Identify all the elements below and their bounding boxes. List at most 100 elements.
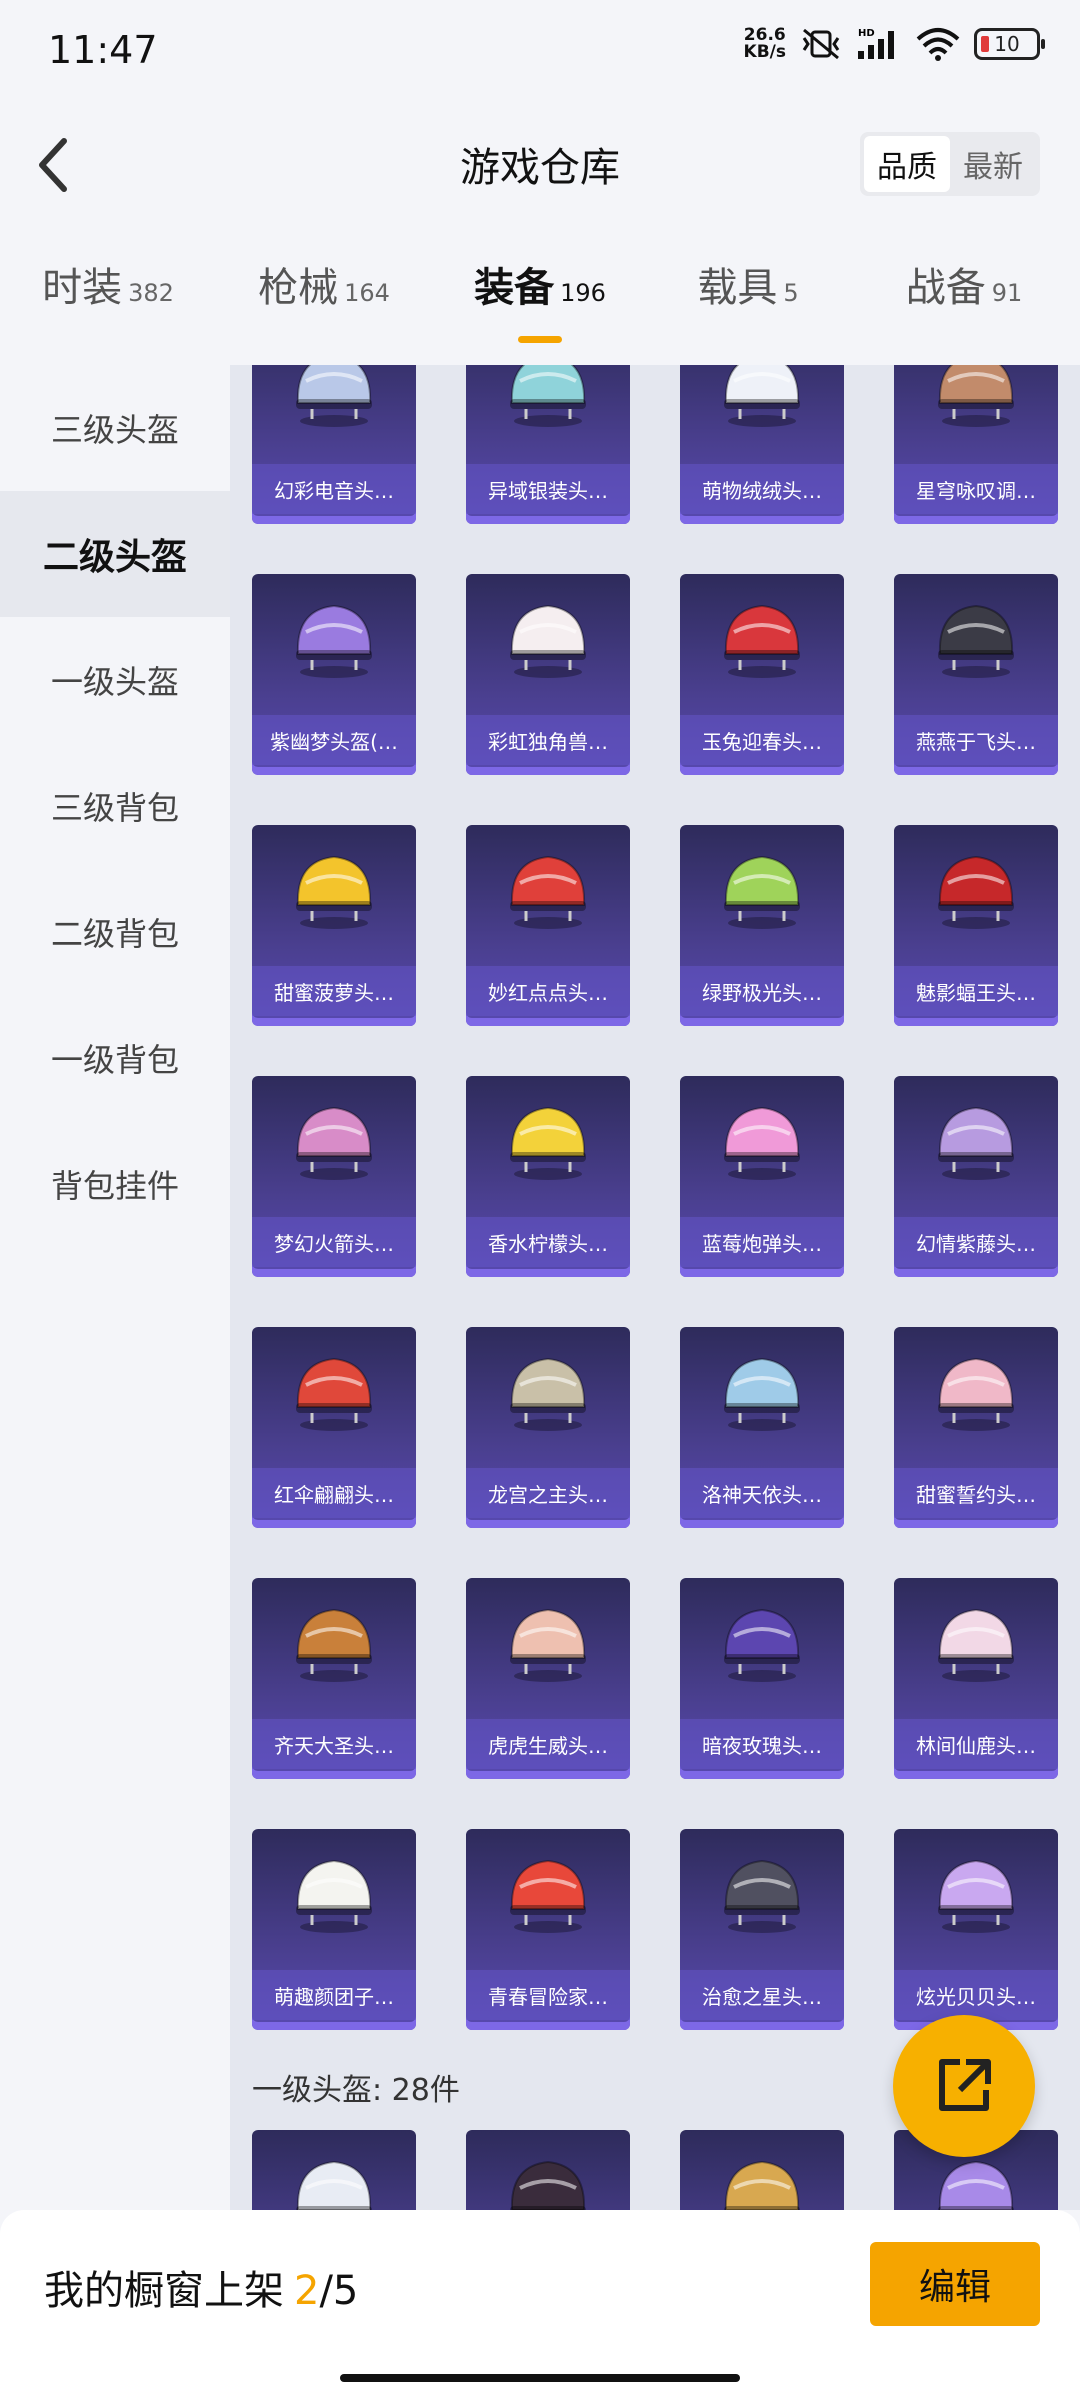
status-icons: 26.6 KB/s HD 10: [744, 26, 1045, 62]
helmet-icon: [510, 365, 586, 427]
item-name: 甜蜜誓约头…: [894, 1468, 1058, 1518]
item-card[interactable]: 甜蜜誓约头…: [894, 1327, 1058, 1528]
sort-quality-button[interactable]: 品质: [864, 136, 950, 192]
sidebar-item-level3-backpack[interactable]: 三级背包: [0, 743, 230, 869]
tab-label: 载具: [697, 265, 778, 311]
item-card[interactable]: 齐天大圣头…: [252, 1578, 416, 1779]
item-card[interactable]: 绿野极光头…: [680, 825, 844, 1026]
tab-supplies[interactable]: 战备 91: [848, 255, 1080, 365]
sidebar-item-level1-backpack[interactable]: 一级背包: [0, 995, 230, 1121]
helmet-icon: [724, 604, 800, 678]
helmet-icon: [296, 1859, 372, 1933]
item-card[interactable]: 暗夜玫瑰头…: [680, 1578, 844, 1779]
item-card[interactable]: 妙红点点头…: [466, 825, 630, 1026]
item-card[interactable]: 星穹咏叹调…: [894, 365, 1058, 524]
item-card[interactable]: 炫光贝贝头…: [894, 1829, 1058, 2030]
item-card[interactable]: 蓝莓炮弹头…: [680, 1076, 844, 1277]
helmet-icon: [296, 604, 372, 678]
sidebar-item-backpack-charms[interactable]: 背包挂件: [0, 1121, 230, 1247]
item-card[interactable]: 红伞翩翩头…: [252, 1327, 416, 1528]
tab-count: 91: [991, 279, 1023, 307]
helmet-icon: [938, 1608, 1014, 1682]
tab-count: 164: [344, 279, 390, 307]
item-name: 玉兔迎春头…: [680, 715, 844, 765]
sidebar-item-level2-helmet[interactable]: 二级头盔: [0, 491, 230, 617]
item-name: 暗夜玫瑰头…: [680, 1719, 844, 1769]
helmet-icon: [296, 1608, 372, 1682]
sidebar: 三级头盔 二级头盔 一级头盔 三级背包 二级背包 一级背包 背包挂件: [0, 365, 230, 2205]
signal-icon: HD: [858, 28, 894, 59]
edit-button[interactable]: 编辑: [870, 2242, 1040, 2326]
sidebar-item-level1-helmet[interactable]: 一级头盔: [0, 617, 230, 743]
helmet-icon: [510, 855, 586, 929]
item-card[interactable]: 香水柠檬头…: [466, 1076, 630, 1277]
item-grid-area: 幻彩电音头… 异域银装头… 萌物绒绒头… 星穹咏叹调… 紫幽梦头盔(… 彩虹独角兽… 玉兔迎…: [230, 365, 1080, 2210]
item-card[interactable]: 青春冒险家…: [466, 1829, 630, 2030]
item-card[interactable]: [252, 2130, 416, 2210]
item-name: 幻情紫藤头…: [894, 1217, 1058, 1267]
tab-guns[interactable]: 枪械 164: [216, 255, 432, 365]
helmet-icon: [938, 855, 1014, 929]
sort-latest-button[interactable]: 最新: [950, 136, 1036, 192]
item-name: 彩虹独角兽…: [466, 715, 630, 765]
item-card[interactable]: 洛神天依头…: [680, 1327, 844, 1528]
item-name: 炫光贝贝头…: [894, 1970, 1058, 2020]
item-card[interactable]: [466, 2130, 630, 2210]
helmet-icon: [296, 365, 372, 427]
item-name: 龙宫之主头…: [466, 1468, 630, 1518]
helmet-icon: [938, 604, 1014, 678]
helmet-icon: [510, 604, 586, 678]
item-card[interactable]: 林间仙鹿头…: [894, 1578, 1058, 1779]
tab-equipment[interactable]: 装备 196: [432, 255, 648, 365]
helmet-icon: [724, 1859, 800, 1933]
item-name: 虎虎生威头…: [466, 1719, 630, 1769]
item-card[interactable]: 玉兔迎春头…: [680, 574, 844, 775]
svg-text:HD: HD: [858, 28, 875, 39]
helmet-icon: [724, 365, 800, 427]
battery-icon: 10: [974, 28, 1045, 60]
item-grid: 幻彩电音头… 异域银装头… 萌物绒绒头… 星穹咏叹调… 紫幽梦头盔(… 彩虹独角兽… 玉兔迎…: [252, 365, 1072, 2030]
item-card[interactable]: 燕燕于飞头…: [894, 574, 1058, 775]
item-card[interactable]: 龙宫之主头…: [466, 1327, 630, 1528]
network-speed: 26.6 KB/s: [744, 27, 786, 61]
item-card[interactable]: 幻彩电音头…: [252, 365, 416, 524]
helmet-icon: [724, 1106, 800, 1180]
item-card[interactable]: 紫幽梦头盔(…: [252, 574, 416, 775]
item-card[interactable]: 魅影蝠王头…: [894, 825, 1058, 1026]
helmet-icon: [510, 1608, 586, 1682]
item-name: 林间仙鹿头…: [894, 1719, 1058, 1769]
helmet-icon: [938, 2160, 1014, 2210]
item-card[interactable]: 彩虹独角兽…: [466, 574, 630, 775]
item-card[interactable]: [680, 2130, 844, 2210]
helmet-icon: [724, 2160, 800, 2210]
helmet-icon: [724, 1608, 800, 1682]
helmet-icon: [724, 1357, 800, 1431]
helmet-icon: [296, 2160, 372, 2210]
item-card[interactable]: 虎虎生威头…: [466, 1578, 630, 1779]
item-card[interactable]: 萌趣颜团子…: [252, 1829, 416, 2030]
helmet-icon: [296, 1106, 372, 1180]
item-card[interactable]: 治愈之星头…: [680, 1829, 844, 2030]
helmet-icon: [938, 1357, 1014, 1431]
helmet-icon: [938, 365, 1014, 427]
item-name: 齐天大圣头…: [252, 1719, 416, 1769]
item-card[interactable]: 梦幻火箭头…: [252, 1076, 416, 1277]
tab-fashion[interactable]: 时装 382: [0, 255, 216, 365]
sidebar-item-level3-helmet[interactable]: 三级头盔: [0, 365, 230, 491]
category-tabs: 时装 382 枪械 164 装备 196 载具 5 战备 91: [0, 255, 1080, 365]
tab-vehicles[interactable]: 载具 5: [648, 255, 848, 365]
helmet-icon: [938, 1106, 1014, 1180]
header: 游戏仓库 品质 最新: [0, 95, 1080, 235]
share-button[interactable]: [893, 2015, 1035, 2157]
tab-label: 枪械: [258, 265, 339, 311]
helmet-icon: [296, 1357, 372, 1431]
item-card[interactable]: 幻情紫藤头…: [894, 1076, 1058, 1277]
sidebar-item-level2-backpack[interactable]: 二级背包: [0, 869, 230, 995]
item-card[interactable]: 萌物绒绒头…: [680, 365, 844, 524]
share-icon: [939, 2059, 991, 2111]
helmet-icon: [296, 855, 372, 929]
helmet-icon: [510, 1357, 586, 1431]
item-card[interactable]: 异域银装头…: [466, 365, 630, 524]
item-card[interactable]: 甜蜜菠萝头…: [252, 825, 416, 1026]
item-name: 星穹咏叹调…: [894, 464, 1058, 514]
